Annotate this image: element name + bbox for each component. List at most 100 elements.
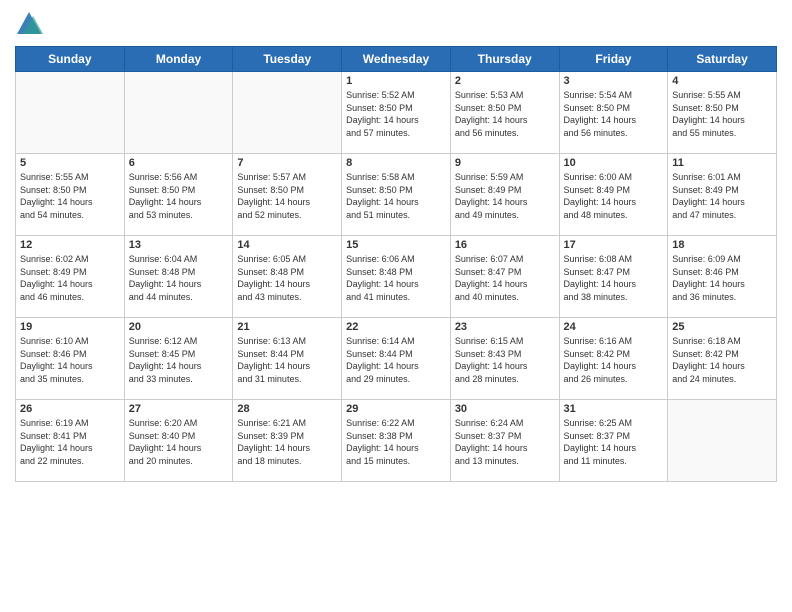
day-info: Sunrise: 6:04 AMSunset: 8:48 PMDaylight:…: [129, 253, 229, 303]
weekday-header: Wednesday: [342, 47, 451, 72]
week-row: 1 Sunrise: 5:52 AMSunset: 8:50 PMDaylight…: [16, 72, 777, 154]
calendar-cell: 25 Sunrise: 6:18 AMSunset: 8:42 PMDayligh…: [668, 318, 777, 400]
calendar-cell: 22 Sunrise: 6:14 AMSunset: 8:44 PMDayligh…: [342, 318, 451, 400]
calendar-cell: [233, 72, 342, 154]
calendar-cell: 10 Sunrise: 6:00 AMSunset: 8:49 PMDayligh…: [559, 154, 668, 236]
day-number: 29: [346, 403, 446, 415]
day-number: 22: [346, 321, 446, 333]
calendar-cell: 17Sunrise: 6:08 AMSunset: 8:47 PMDayligh…: [559, 236, 668, 318]
calendar-cell: 26Sunrise: 6:19 AMSunset: 8:41 PMDayligh…: [16, 400, 125, 482]
day-info: Sunrise: 6:12 AMSunset: 8:45 PMDaylight:…: [129, 335, 229, 385]
calendar-cell: 27 Sunrise: 6:20 AMSunset: 8:40 PMDayligh…: [124, 400, 233, 482]
calendar-cell: 21 Sunrise: 6:13 AMSunset: 8:44 PMDayligh…: [233, 318, 342, 400]
week-row: 19 Sunrise: 6:10 AMSunset: 8:46 PMDayligh…: [16, 318, 777, 400]
day-number: 28: [237, 403, 337, 415]
day-number: 27: [129, 403, 229, 415]
day-info: Sunrise: 6:05 AMSunset: 8:48 PMDaylight:…: [237, 253, 337, 303]
weekday-header-row: SundayMondayTuesdayWednesdayThursdayFrid…: [16, 47, 777, 72]
weekday-header: Monday: [124, 47, 233, 72]
calendar-cell: 12 Sunrise: 6:02 AMSunset: 8:49 PMDayligh…: [16, 236, 125, 318]
calendar-cell: 30 Sunrise: 6:24 AMSunset: 8:37 PMDayligh…: [450, 400, 559, 482]
day-info: Sunrise: 5:53 AMSunset: 8:50 PMDaylight:…: [455, 89, 555, 139]
day-number: 30: [455, 403, 555, 415]
day-number: 20: [129, 321, 229, 333]
day-number: 19: [20, 321, 120, 333]
day-info: Sunrise: 5:56 AMSunset: 8:50 PMDaylight:…: [129, 171, 229, 221]
calendar-cell: 19 Sunrise: 6:10 AMSunset: 8:46 PMDayligh…: [16, 318, 125, 400]
calendar-cell: 15Sunrise: 6:06 AMSunset: 8:48 PMDayligh…: [342, 236, 451, 318]
day-info: Sunrise: 6:02 AMSunset: 8:49 PMDaylight:…: [20, 253, 120, 303]
day-number: 11: [672, 157, 772, 169]
calendar-cell: 5 Sunrise: 5:55 AMSunset: 8:50 PMDaylight…: [16, 154, 125, 236]
calendar-cell: 3 Sunrise: 5:54 AMSunset: 8:50 PMDaylight…: [559, 72, 668, 154]
calendar-cell: [668, 400, 777, 482]
day-number: 10: [564, 157, 664, 169]
day-number: 23: [455, 321, 555, 333]
day-number: 4: [672, 75, 772, 87]
day-info: Sunrise: 5:52 AMSunset: 8:50 PMDaylight:…: [346, 89, 446, 139]
day-info: Sunrise: 6:15 AMSunset: 8:43 PMDaylight:…: [455, 335, 555, 385]
day-number: 12: [20, 239, 120, 251]
day-info: Sunrise: 6:10 AMSunset: 8:46 PMDaylight:…: [20, 335, 120, 385]
calendar-cell: 28Sunrise: 6:21 AMSunset: 8:39 PMDayligh…: [233, 400, 342, 482]
logo: [15, 10, 45, 38]
calendar-cell: 9 Sunrise: 5:59 AMSunset: 8:49 PMDaylight…: [450, 154, 559, 236]
day-number: 26: [20, 403, 120, 415]
day-number: 8: [346, 157, 446, 169]
day-number: 7: [237, 157, 337, 169]
day-number: 17: [564, 239, 664, 251]
day-info: Sunrise: 6:16 AMSunset: 8:42 PMDaylight:…: [564, 335, 664, 385]
day-number: 2: [455, 75, 555, 87]
day-info: Sunrise: 5:57 AMSunset: 8:50 PMDaylight:…: [237, 171, 337, 221]
weekday-header: Thursday: [450, 47, 559, 72]
week-row: 26Sunrise: 6:19 AMSunset: 8:41 PMDayligh…: [16, 400, 777, 482]
day-number: 31: [564, 403, 664, 415]
day-info: Sunrise: 6:06 AMSunset: 8:48 PMDaylight:…: [346, 253, 446, 303]
calendar-cell: 7 Sunrise: 5:57 AMSunset: 8:50 PMDaylight…: [233, 154, 342, 236]
calendar-cell: 29 Sunrise: 6:22 AMSunset: 8:38 PMDayligh…: [342, 400, 451, 482]
day-number: 1: [346, 75, 446, 87]
day-info: Sunrise: 6:18 AMSunset: 8:42 PMDaylight:…: [672, 335, 772, 385]
day-info: Sunrise: 6:09 AMSunset: 8:46 PMDaylight:…: [672, 253, 772, 303]
calendar-cell: 8 Sunrise: 5:58 AMSunset: 8:50 PMDaylight…: [342, 154, 451, 236]
logo-icon: [15, 10, 43, 38]
day-info: Sunrise: 6:14 AMSunset: 8:44 PMDaylight:…: [346, 335, 446, 385]
day-info: Sunrise: 6:00 AMSunset: 8:49 PMDaylight:…: [564, 171, 664, 221]
calendar-cell: [16, 72, 125, 154]
header: [15, 10, 777, 38]
day-number: 25: [672, 321, 772, 333]
week-row: 5 Sunrise: 5:55 AMSunset: 8:50 PMDaylight…: [16, 154, 777, 236]
day-info: Sunrise: 5:54 AMSunset: 8:50 PMDaylight:…: [564, 89, 664, 139]
calendar-cell: [124, 72, 233, 154]
day-info: Sunrise: 6:20 AMSunset: 8:40 PMDaylight:…: [129, 417, 229, 467]
day-number: 13: [129, 239, 229, 251]
calendar: SundayMondayTuesdayWednesdayThursdayFrid…: [15, 46, 777, 482]
day-info: Sunrise: 5:58 AMSunset: 8:50 PMDaylight:…: [346, 171, 446, 221]
day-info: Sunrise: 5:55 AMSunset: 8:50 PMDaylight:…: [20, 171, 120, 221]
calendar-cell: 16Sunrise: 6:07 AMSunset: 8:47 PMDayligh…: [450, 236, 559, 318]
calendar-cell: 11 Sunrise: 6:01 AMSunset: 8:49 PMDayligh…: [668, 154, 777, 236]
calendar-cell: 31 Sunrise: 6:25 AMSunset: 8:37 PMDayligh…: [559, 400, 668, 482]
day-number: 6: [129, 157, 229, 169]
day-info: Sunrise: 5:59 AMSunset: 8:49 PMDaylight:…: [455, 171, 555, 221]
day-number: 9: [455, 157, 555, 169]
calendar-cell: 13 Sunrise: 6:04 AMSunset: 8:48 PMDayligh…: [124, 236, 233, 318]
day-info: Sunrise: 6:22 AMSunset: 8:38 PMDaylight:…: [346, 417, 446, 467]
day-number: 3: [564, 75, 664, 87]
weekday-header: Saturday: [668, 47, 777, 72]
calendar-cell: 6 Sunrise: 5:56 AMSunset: 8:50 PMDaylight…: [124, 154, 233, 236]
day-number: 21: [237, 321, 337, 333]
day-info: Sunrise: 6:13 AMSunset: 8:44 PMDaylight:…: [237, 335, 337, 385]
day-info: Sunrise: 6:25 AMSunset: 8:37 PMDaylight:…: [564, 417, 664, 467]
day-info: Sunrise: 6:24 AMSunset: 8:37 PMDaylight:…: [455, 417, 555, 467]
calendar-cell: 23 Sunrise: 6:15 AMSunset: 8:43 PMDayligh…: [450, 318, 559, 400]
day-info: Sunrise: 6:01 AMSunset: 8:49 PMDaylight:…: [672, 171, 772, 221]
calendar-cell: 24Sunrise: 6:16 AMSunset: 8:42 PMDayligh…: [559, 318, 668, 400]
calendar-cell: 4 Sunrise: 5:55 AMSunset: 8:50 PMDaylight…: [668, 72, 777, 154]
day-number: 18: [672, 239, 772, 251]
calendar-cell: 18 Sunrise: 6:09 AMSunset: 8:46 PMDayligh…: [668, 236, 777, 318]
day-info: Sunrise: 6:07 AMSunset: 8:47 PMDaylight:…: [455, 253, 555, 303]
day-number: 5: [20, 157, 120, 169]
weekday-header: Friday: [559, 47, 668, 72]
day-info: Sunrise: 5:55 AMSunset: 8:50 PMDaylight:…: [672, 89, 772, 139]
